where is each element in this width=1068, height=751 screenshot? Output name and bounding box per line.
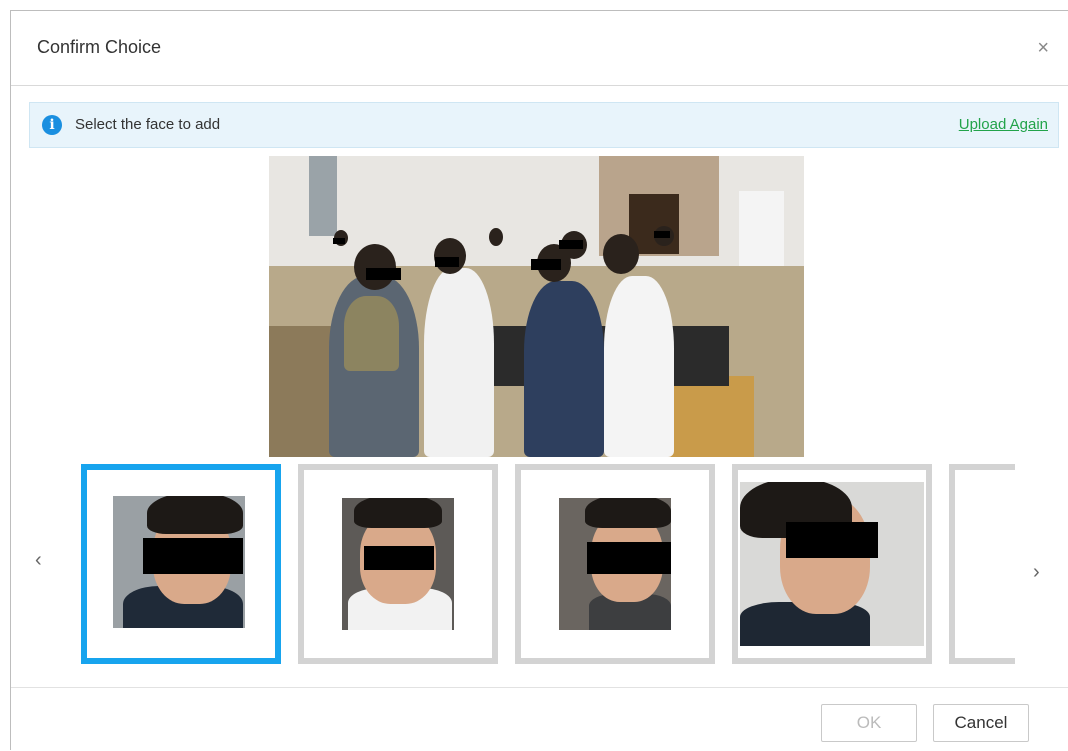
confirm-choice-dialog: Confirm Choice × i Select the face to ad… [10,10,1068,750]
info-message: Select the face to add [75,116,221,133]
ok-button[interactable]: OK [821,704,917,742]
face-thumbnail-3[interactable] [515,464,715,664]
face-thumbnail-5-partial[interactable] [949,464,1015,664]
close-icon[interactable]: × [1037,37,1049,60]
info-banner: i Select the face to add Upload Again [29,102,1059,148]
carousel-prev-icon[interactable]: ‹ [35,549,42,572]
uploaded-photo [269,156,804,457]
dialog-footer: OK Cancel [11,687,1068,751]
cancel-button[interactable]: Cancel [933,704,1029,742]
face-thumbnail-4[interactable] [732,464,932,664]
carousel-next-icon[interactable]: › [1033,561,1040,584]
upload-again-link[interactable]: Upload Again [959,116,1048,133]
face-thumbnail-2[interactable] [298,464,498,664]
dialog-header: Confirm Choice × [11,11,1068,86]
face-thumbnail-1[interactable] [81,464,281,664]
dialog-title: Confirm Choice [37,37,162,57]
info-icon: i [42,115,62,135]
